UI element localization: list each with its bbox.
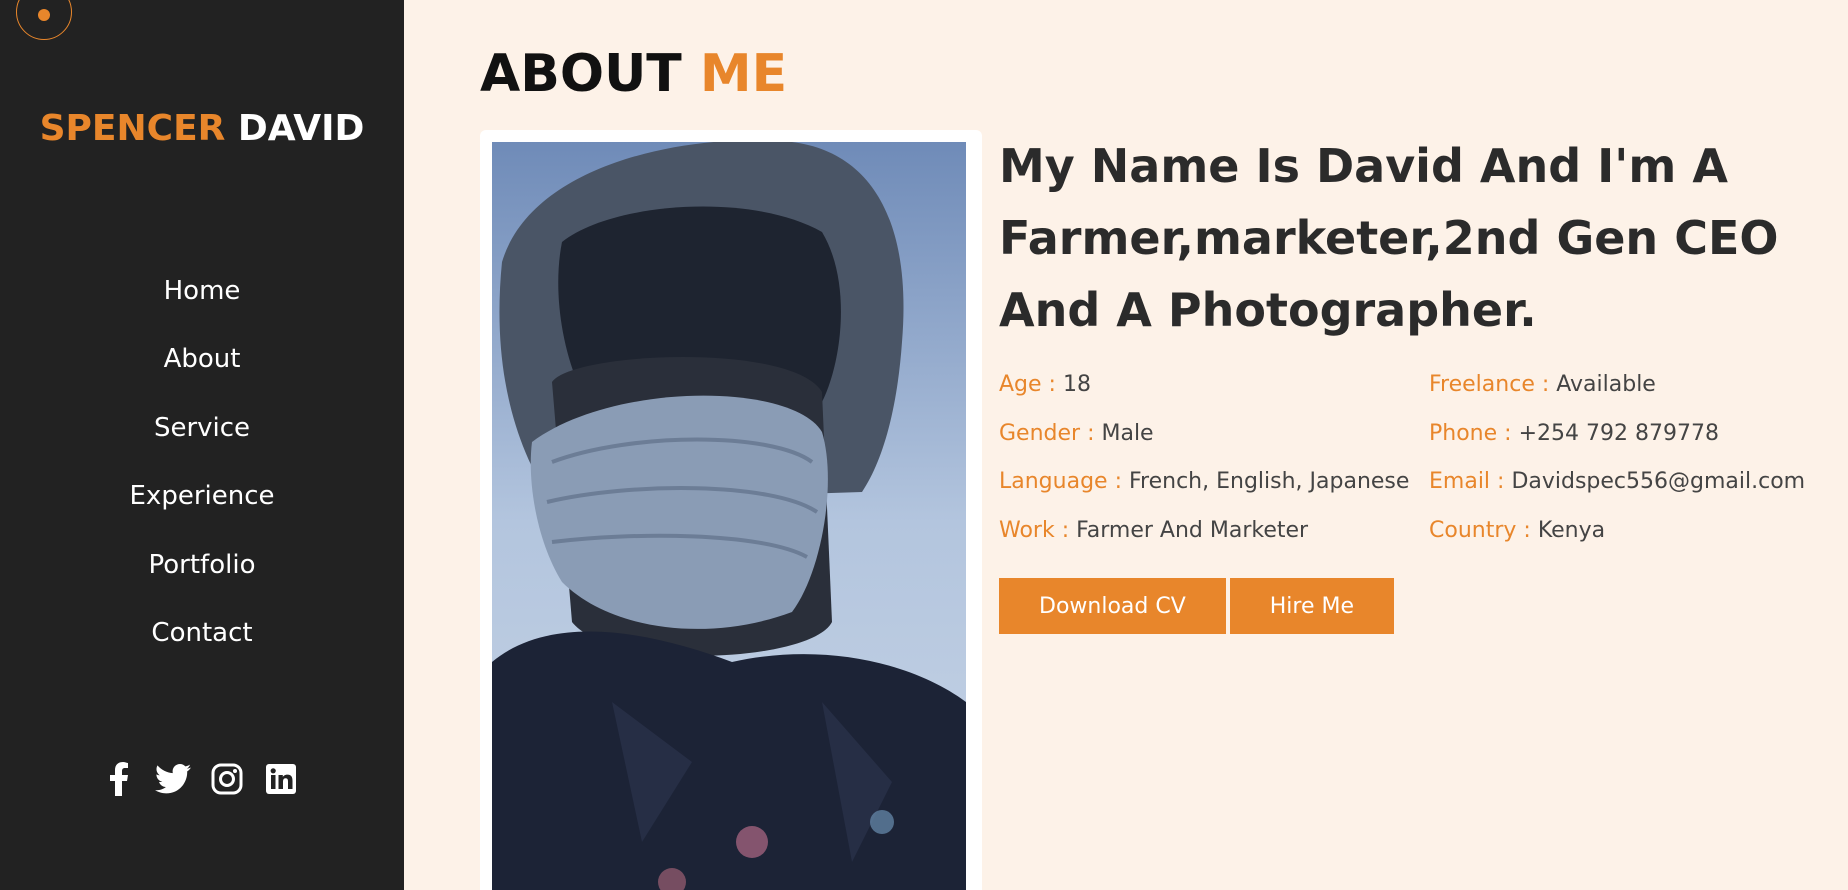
- fact-phone: Phone : +254 792 879778: [1429, 421, 1819, 470]
- nav-item-service[interactable]: Service: [0, 407, 404, 475]
- fact-value: Farmer And Marketer: [1076, 517, 1309, 543]
- fact-language: Language : French, English, Japanese: [999, 469, 1429, 518]
- nav-item-home[interactable]: Home: [0, 270, 404, 338]
- fact-label: Freelance :: [1429, 372, 1550, 397]
- theme-toggle-button[interactable]: [16, 0, 72, 40]
- fact-label: Age :: [999, 372, 1056, 397]
- brand-first-name: SPENCER: [39, 108, 226, 149]
- portrait-illustration: [492, 142, 966, 890]
- fact-value: Kenya: [1537, 517, 1606, 543]
- fact-work: Work : Farmer And Marketer: [999, 518, 1429, 567]
- about-section: ABOUT ME My Name Is David And I'm A Farm…: [404, 0, 1848, 890]
- fact-label: Work :: [999, 517, 1070, 543]
- facts-grid: Age : 18 Freelance : Available Gender : …: [999, 372, 1819, 566]
- fact-value: 18: [1062, 372, 1091, 397]
- download-cv-button[interactable]: Download CV: [999, 578, 1226, 634]
- nav-item-about[interactable]: About: [0, 338, 404, 406]
- fact-value: +254 792 879778: [1518, 420, 1719, 446]
- fact-age: Age : 18: [999, 372, 1429, 421]
- fact-value: Davidspec556@gmail.com: [1511, 469, 1806, 494]
- instagram-icon[interactable]: [209, 761, 245, 797]
- toggle-dot-icon: [38, 9, 50, 21]
- brand-last-name: DAVID: [237, 108, 365, 149]
- nav-item-experience[interactable]: Experience: [0, 475, 404, 543]
- about-actions: Download CV Hire Me: [999, 578, 1395, 634]
- facebook-icon[interactable]: [101, 761, 137, 797]
- fact-email: Email : Davidspec556@gmail.com: [1429, 469, 1819, 518]
- profile-photo-card: [480, 130, 982, 890]
- fact-label: Email :: [1429, 469, 1505, 494]
- brand-logo[interactable]: SPENCER DAVID: [0, 108, 404, 149]
- fact-country: Country : Kenya: [1429, 518, 1819, 567]
- fact-label: Gender :: [999, 420, 1095, 446]
- sidebar: SPENCER DAVID Home About Service Experie…: [0, 0, 404, 890]
- fact-freelance: Freelance : Available: [1429, 372, 1819, 421]
- main-nav: Home About Service Experience Portfolio …: [0, 270, 404, 680]
- nav-item-portfolio[interactable]: Portfolio: [0, 544, 404, 612]
- hire-me-button[interactable]: Hire Me: [1229, 578, 1395, 634]
- social-links: [100, 758, 300, 800]
- section-title-main: ABOUT: [480, 44, 682, 104]
- about-headline: My Name Is David And I'm A Farmer,market…: [999, 139, 1779, 337]
- section-title-accent: ME: [699, 44, 788, 104]
- twitter-icon[interactable]: [155, 761, 191, 797]
- fact-gender: Gender : Male: [999, 421, 1429, 470]
- fact-value: French, English, Japanese: [1128, 469, 1410, 494]
- section-title: ABOUT ME: [480, 44, 787, 104]
- profile-photo: [492, 142, 966, 890]
- fact-label: Phone :: [1429, 420, 1512, 446]
- fact-label: Language :: [999, 469, 1122, 494]
- fact-label: Country :: [1429, 517, 1531, 543]
- about-info: My Name Is David And I'm A Farmer,market…: [999, 130, 1819, 346]
- nav-item-contact[interactable]: Contact: [0, 612, 404, 680]
- fact-value: Available: [1556, 372, 1656, 397]
- fact-value: Male: [1101, 420, 1154, 446]
- linkedin-icon[interactable]: [263, 761, 299, 797]
